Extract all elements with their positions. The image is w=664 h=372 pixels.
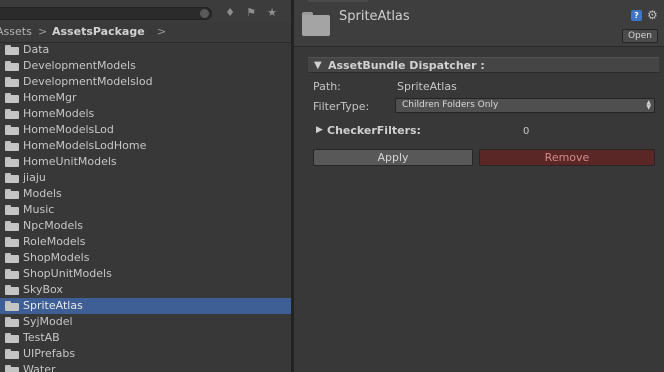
search-input[interactable] — [0, 7, 212, 20]
folder-name: HomeUnitModels — [23, 155, 117, 168]
path-value: SpriteAtlas — [397, 80, 457, 93]
folder-list-item[interactable]: SkyBox — [0, 282, 291, 298]
folder-list-item[interactable]: NpcModels — [0, 218, 291, 234]
folder-icon — [5, 93, 19, 103]
folder-name: Models — [23, 187, 62, 200]
help-icon[interactable]: ? — [631, 10, 642, 21]
folder-list-item[interactable]: DevelopmentModels — [0, 58, 291, 74]
folder-icon — [5, 365, 19, 372]
folder-name: ShopUnitModels — [23, 267, 112, 280]
inspector-panel: SpriteAtlas ? ⚙ Open ▼ AssetBundle Dispa… — [294, 0, 664, 372]
project-toolbar: ♦ ⚑ ★ — [0, 0, 291, 22]
folder-icon — [302, 12, 330, 36]
breadcrumb-current[interactable]: AssetsPackage — [52, 22, 145, 42]
folder-list-item[interactable]: HomeUnitModels — [0, 154, 291, 170]
filter-type-value: Children Folders Only — [402, 100, 499, 110]
folder-name: DevelopmentModels — [23, 59, 136, 72]
filter-type-dropdown[interactable]: Children Folders Only ▲ ▼ — [395, 98, 655, 113]
folder-icon — [5, 317, 19, 327]
folder-icon — [5, 45, 19, 55]
folder-list-item[interactable]: HomeModelsLodHome — [0, 138, 291, 154]
folder-icon — [5, 109, 19, 119]
open-button[interactable]: Open — [622, 29, 658, 43]
checker-filters-count: 0 — [523, 126, 530, 137]
folder-icon — [5, 205, 19, 215]
folder-list-item[interactable]: SyjModel — [0, 314, 291, 330]
folder-list-item[interactable]: HomeModels — [0, 106, 291, 122]
collapsed-arrow-icon[interactable]: ▶ — [316, 125, 323, 135]
folder-list-item[interactable]: Data — [0, 42, 291, 58]
folder-icon — [5, 301, 19, 311]
favorite-star-icon[interactable]: ★ — [265, 7, 279, 19]
folder-name: UIPrefabs — [23, 347, 76, 360]
breadcrumb-separator: > — [157, 25, 167, 38]
folder-name: Water — [23, 363, 56, 372]
folder-icon — [5, 253, 19, 263]
folder-name: jiaju — [23, 171, 46, 184]
folder-icon — [5, 285, 19, 295]
folder-name: HomeModels — [23, 107, 95, 120]
folder-icon — [5, 157, 19, 167]
folder-list-item[interactable]: SpriteAtlas — [0, 298, 291, 314]
breadcrumb-root[interactable]: Assets — [0, 22, 32, 42]
folder-name: Data — [23, 43, 50, 56]
section-header[interactable]: ▼ AssetBundle Dispatcher : — [308, 57, 659, 73]
dropdown-arrow-icon: ▲ ▼ — [646, 99, 651, 111]
folder-list-item[interactable]: ShopModels — [0, 250, 291, 266]
checker-filters-label[interactable]: CheckerFilters: — [327, 124, 421, 137]
folder-icon — [5, 189, 19, 199]
inspector-header: SpriteAtlas ? ⚙ Open — [294, 0, 664, 47]
folder-icon — [5, 221, 19, 231]
folder-name: Music — [23, 203, 55, 216]
expand-arrow-icon: ▼ — [314, 60, 322, 71]
folder-list-item[interactable]: Music — [0, 202, 291, 218]
folder-icon — [5, 77, 19, 87]
folder-name: SkyBox — [23, 283, 63, 296]
folder-name: ShopModels — [23, 251, 90, 264]
folder-icon — [5, 349, 19, 359]
breadcrumb-separator: > — [38, 25, 48, 38]
folder-icon — [5, 269, 19, 279]
folder-name: SyjModel — [23, 315, 73, 328]
gear-icon[interactable]: ⚙ — [647, 8, 659, 22]
filter-by-label-icon[interactable]: ⚑ — [244, 7, 258, 19]
filter-by-type-icon[interactable]: ♦ — [223, 7, 237, 19]
folder-name: SpriteAtlas — [23, 299, 83, 312]
folder-list-item[interactable]: HomeModelsLod — [0, 122, 291, 138]
folder-list-item[interactable]: RoleModels — [0, 234, 291, 250]
folder-list-item[interactable]: UIPrefabs — [0, 346, 291, 362]
clear-search-icon[interactable] — [200, 9, 209, 18]
folder-name: HomeMgr — [23, 91, 77, 104]
folder-name: DevelopmentModelslod — [23, 75, 153, 88]
folder-list-item[interactable]: ShopUnitModels — [0, 266, 291, 282]
folder-list-item[interactable]: HomeMgr — [0, 90, 291, 106]
section-title: AssetBundle Dispatcher : — [328, 59, 485, 72]
remove-button[interactable]: Remove — [479, 149, 655, 166]
folder-name: NpcModels — [23, 219, 84, 232]
folder-icon — [5, 61, 19, 71]
folder-name: HomeModelsLodHome — [23, 139, 147, 152]
folder-name: HomeModelsLod — [23, 123, 114, 136]
folder-list-item[interactable]: DevelopmentModelslod — [0, 74, 291, 90]
folder-list-item[interactable]: Water — [0, 362, 291, 372]
apply-button[interactable]: Apply — [313, 149, 473, 166]
folder-icon — [5, 173, 19, 183]
folder-icon — [5, 141, 19, 151]
filter-type-label: FilterType: — [313, 100, 370, 113]
folder-icon — [5, 237, 19, 247]
asset-title: SpriteAtlas — [339, 9, 410, 24]
path-label: Path: — [313, 80, 341, 93]
breadcrumb: Assets > AssetsPackage > — [0, 22, 291, 43]
folder-list-item[interactable]: TestAB — [0, 330, 291, 346]
project-panel: ♦ ⚑ ★ Assets > AssetsPackage > Data Devel… — [0, 0, 291, 372]
folder-icon — [5, 125, 19, 135]
folder-list-item[interactable]: jiaju — [0, 170, 291, 186]
folder-name: TestAB — [23, 331, 60, 344]
folder-icon — [5, 333, 19, 343]
folder-list: Data DevelopmentModels DevelopmentModelslo… — [0, 42, 291, 372]
inspector-tab[interactable] — [308, 0, 368, 2]
folder-list-item[interactable]: Models — [0, 186, 291, 202]
folder-name: RoleModels — [23, 235, 86, 248]
